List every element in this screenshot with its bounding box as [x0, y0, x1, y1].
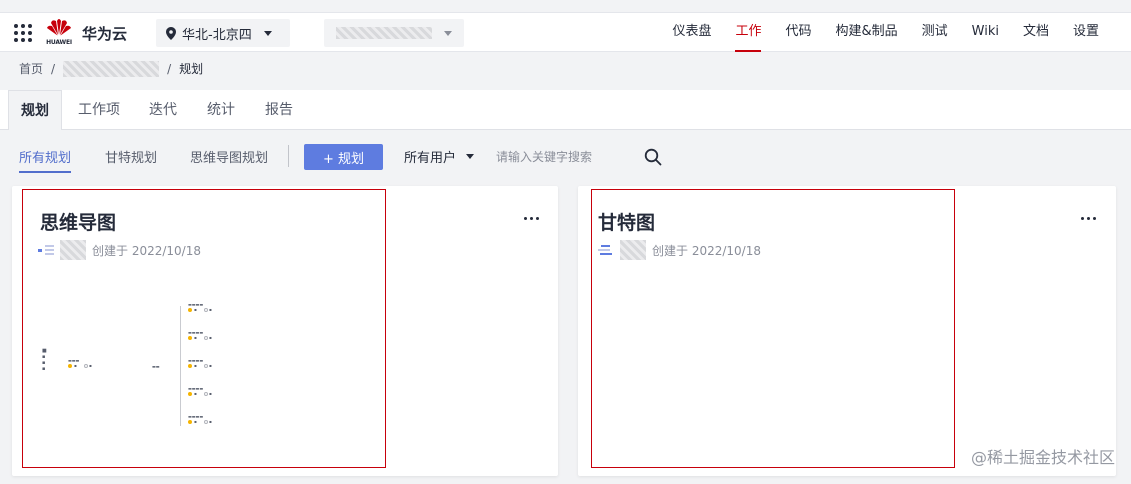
nav-wiki[interactable]: Wiki — [960, 13, 1011, 51]
watermark: @稀土掘金技术社区 — [970, 448, 1115, 467]
breadcrumb-current: 规划 — [179, 62, 204, 76]
app-grid-icon[interactable] — [14, 24, 32, 42]
mindmap-node: ▬▬▬▬ ▪ ▪ — [188, 358, 212, 368]
plan-card-gantt[interactable]: 甘特图 创建于 2022/10/18 — [578, 186, 1116, 476]
search-input[interactable] — [496, 144, 632, 170]
mindmap-node: ▬▬▬▬ ▪ ▪ — [188, 302, 212, 312]
subtab-all-plans[interactable]: 所有规划 — [19, 147, 72, 173]
primary-tabs: 规划 工作项 迭代 统计 报告 — [0, 90, 1131, 130]
chevron-down-icon — [466, 154, 475, 159]
tab-planning[interactable]: 规划 — [8, 90, 62, 130]
tab-statistics[interactable]: 统计 — [207, 90, 235, 130]
mindmap-root-node: ■ ▪ ▪ ▪ — [42, 348, 47, 372]
card-title: 思维导图 — [40, 212, 117, 234]
blurred-project-name — [336, 27, 432, 39]
nav-docs[interactable]: 文档 — [1011, 13, 1061, 51]
planning-toolbar: 所有规划 甘特规划 思维导图规划 + 规划 所有用户 — [0, 131, 1131, 181]
created-date: 创建于 2022/10/18 — [652, 243, 761, 258]
mindmap-preview: ■ ▪ ▪ ▪ ▬▬▬ ▪ ▪ ▬▬ ▬▬▬▬ ▪ ▪ ▬▬▬▬ ▪ ▪ ▬▬▬▬ ▪ ▪ ▬… — [32, 296, 292, 446]
mindmap-node: ▬▬ — [152, 364, 160, 369]
card-meta: 创建于 2022/10/18 — [598, 240, 761, 260]
creator-avatar — [620, 240, 646, 260]
nav-test[interactable]: 测试 — [910, 13, 960, 51]
top-navigation-bar: HUAWEI 华为云 华北-北京四 仪表盘 工作 代码 构建&制品 测试 Wik… — [0, 12, 1131, 52]
breadcrumb-project-blurred[interactable] — [63, 60, 160, 77]
user-filter-dropdown[interactable]: 所有用户 — [404, 147, 475, 166]
huawei-flower-icon — [47, 19, 71, 36]
gantt-icon — [598, 245, 612, 255]
nav-build-artifacts[interactable]: 构建&制品 — [823, 13, 909, 51]
card-title: 甘特图 — [598, 212, 656, 234]
location-pin-icon — [166, 26, 176, 40]
nav-settings[interactable]: 设置 — [1061, 13, 1111, 51]
search-icon[interactable] — [644, 148, 662, 166]
tab-reports[interactable]: 报告 — [265, 90, 293, 130]
plan-card-mindmap[interactable]: 思维导图 创建于 2022/10/18 ■ ▪ ▪ ▪ ▬▬▬ ▪ ▪ ▬▬ ▬▬▬▬ ▪… — [12, 186, 558, 476]
brand-name[interactable]: 华为云 — [82, 23, 127, 44]
add-plan-button[interactable]: + 规划 — [304, 144, 383, 170]
breadcrumb-separator: / — [51, 61, 56, 76]
mindmap-node: ▬▬▬▬ ▪ ▪ — [188, 330, 212, 340]
region-label: 华北-北京四 — [182, 27, 252, 43]
more-options-icon[interactable] — [524, 214, 544, 222]
subtab-gantt-plans[interactable]: 甘特规划 — [105, 147, 157, 166]
subtab-mindmap-plans[interactable]: 思维导图规划 — [190, 147, 268, 166]
breadcrumb-separator: / — [167, 61, 172, 76]
huawei-logo[interactable]: HUAWEI — [44, 17, 74, 49]
nav-dashboard[interactable]: 仪表盘 — [660, 13, 723, 51]
mindmap-icon — [38, 245, 54, 255]
mindmap-connector — [180, 306, 181, 426]
card-meta: 创建于 2022/10/18 — [38, 240, 201, 260]
nav-work[interactable]: 工作 — [723, 13, 773, 52]
tab-iterations[interactable]: 迭代 — [149, 90, 177, 130]
mindmap-node: ▬▬▬ ▪ ▪ — [68, 358, 92, 368]
creator-avatar — [60, 240, 86, 260]
mindmap-node: ▬▬▬▬ ▪ ▪ — [188, 386, 212, 396]
user-filter-label: 所有用户 — [404, 151, 457, 166]
toolbar-divider — [288, 145, 289, 167]
breadcrumb: 首页 / / 规划 — [19, 60, 203, 77]
huawei-logo-text: HUAWEI — [46, 39, 72, 46]
chevron-down-icon — [263, 30, 272, 36]
region-select[interactable]: 华北-北京四 — [156, 19, 290, 47]
nav-code[interactable]: 代码 — [773, 13, 823, 51]
breadcrumb-home[interactable]: 首页 — [19, 60, 43, 77]
mindmap-node: ▬▬▬▬ ▪ ▪ — [188, 414, 212, 424]
chevron-down-icon — [444, 31, 452, 36]
project-select[interactable] — [324, 19, 464, 47]
tab-work-items[interactable]: 工作项 — [78, 90, 120, 130]
created-date: 创建于 2022/10/18 — [92, 243, 201, 258]
more-options-icon[interactable] — [1081, 214, 1101, 222]
main-nav: 仪表盘 工作 代码 构建&制品 测试 Wiki 文档 设置 — [660, 13, 1111, 52]
